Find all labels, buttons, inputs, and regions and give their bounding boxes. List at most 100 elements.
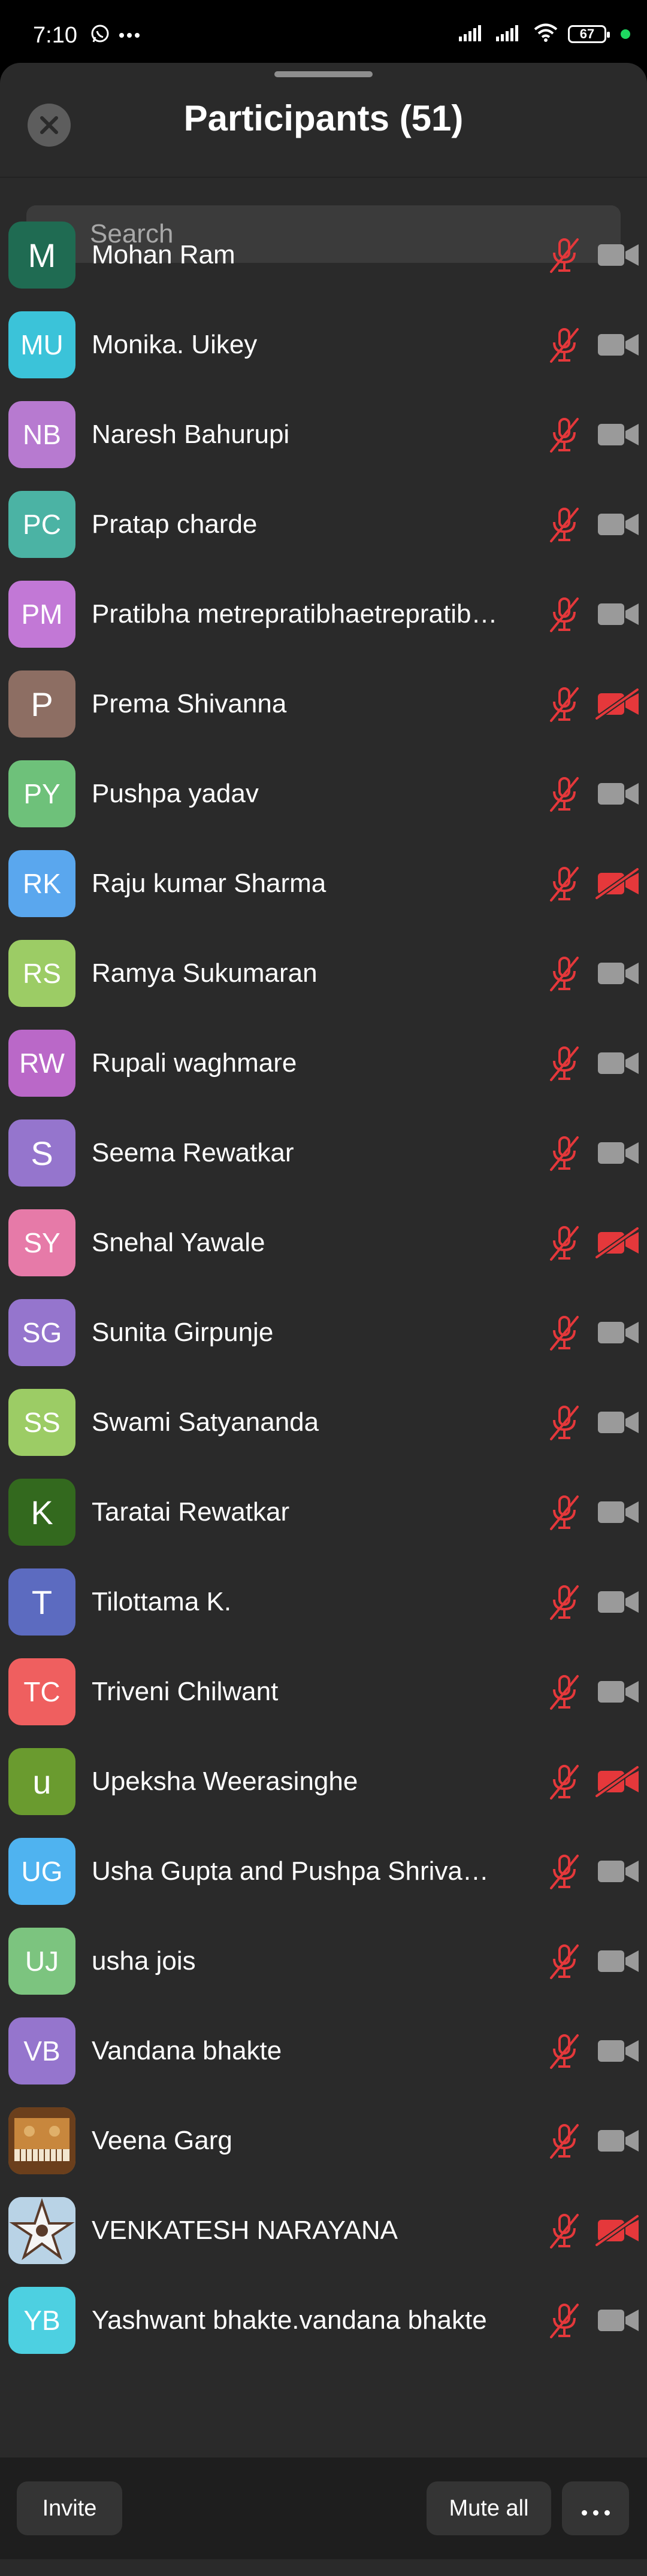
- mic-muted-icon[interactable]: [545, 2032, 583, 2070]
- participant-row[interactable]: VB Vandana bhakte: [0, 2017, 647, 2107]
- video-camera-icon[interactable]: [595, 419, 641, 450]
- avatar: UJ: [8, 1928, 75, 1995]
- video-camera-icon[interactable]: [595, 1946, 641, 1977]
- participant-row[interactable]: SY Snehal Yawale: [0, 1209, 647, 1299]
- participant-row[interactable]: SG Sunita Girpunje: [0, 1299, 647, 1389]
- video-camera-icon[interactable]: [595, 1497, 641, 1528]
- mic-muted-icon[interactable]: [545, 1044, 583, 1082]
- participant-row[interactable]: YB Yashwant bhakte.vandana bhakte: [0, 2287, 647, 2377]
- video-off-icon[interactable]: [595, 867, 641, 900]
- mic-muted-icon[interactable]: [545, 1942, 583, 1980]
- video-camera-icon[interactable]: [595, 1856, 641, 1887]
- avatar: MU: [8, 311, 75, 378]
- video-off-icon[interactable]: [595, 687, 641, 721]
- participant-name: Snehal Yawale: [92, 1228, 265, 1257]
- video-off-icon[interactable]: [595, 2214, 641, 2247]
- avatar-initials: SS: [23, 1407, 61, 1438]
- avatar: u: [8, 1748, 75, 1815]
- mic-muted-icon[interactable]: [545, 595, 583, 633]
- participant-row[interactable]: u Upeksha Weerasinghe: [0, 1748, 647, 1838]
- mic-muted-icon[interactable]: [545, 2301, 583, 2340]
- participant-row[interactable]: MU Monika. Uikey: [0, 311, 647, 401]
- mic-muted-icon[interactable]: [545, 1313, 583, 1352]
- video-camera-icon[interactable]: [595, 1137, 641, 1169]
- participant-row[interactable]: S Seema Rewatkar: [0, 1119, 647, 1209]
- video-camera-icon[interactable]: [595, 2305, 641, 2336]
- avatar-initials: M: [28, 236, 56, 274]
- participant-row[interactable]: M Mohan Ram: [0, 222, 647, 311]
- mic-muted-icon[interactable]: [545, 1673, 583, 1711]
- avatar: RW: [8, 1030, 75, 1097]
- video-camera-icon[interactable]: [595, 599, 641, 630]
- participant-row[interactable]: T Tilottama K.: [0, 1568, 647, 1658]
- video-camera-icon[interactable]: [595, 1407, 641, 1438]
- avatar: S: [8, 1119, 75, 1187]
- participant-row[interactable]: UJ usha jois: [0, 1928, 647, 2017]
- mic-muted-icon[interactable]: [545, 954, 583, 993]
- participant-row[interactable]: P Prema Shivanna: [0, 670, 647, 760]
- mic-muted-icon[interactable]: [545, 1493, 583, 1531]
- video-camera-icon[interactable]: [595, 329, 641, 360]
- mic-muted-icon[interactable]: [545, 1852, 583, 1891]
- mic-muted-icon[interactable]: [545, 1134, 583, 1172]
- bottom-area: [0, 2559, 647, 2576]
- participant-name: Pratap charde: [92, 509, 258, 539]
- participant-row[interactable]: Veena Garg: [0, 2107, 647, 2197]
- video-camera-icon[interactable]: [595, 239, 641, 271]
- mic-muted-icon[interactable]: [545, 864, 583, 903]
- mic-muted-icon[interactable]: [545, 1762, 583, 1801]
- video-camera-icon[interactable]: [595, 1048, 641, 1079]
- participant-name: Prema Shivanna: [92, 689, 287, 718]
- avatar: M: [8, 222, 75, 289]
- wifi-icon: [533, 23, 558, 45]
- mic-muted-icon[interactable]: [545, 1583, 583, 1621]
- participant-row[interactable]: PY Pushpa yadav: [0, 760, 647, 850]
- invite-button[interactable]: Invite: [17, 2481, 122, 2535]
- mic-muted-icon[interactable]: [545, 775, 583, 813]
- participant-row[interactable]: TC Triveni Chilwant: [0, 1658, 647, 1748]
- video-off-icon[interactable]: [595, 1765, 641, 1798]
- avatar-initials: PM: [21, 599, 63, 630]
- participant-row[interactable]: NB Naresh Bahurupi: [0, 401, 647, 491]
- participant-name: Usha Gupta and Pushpa Shrivastava: [92, 1856, 499, 1886]
- participant-row[interactable]: RK Raju kumar Sharma: [0, 850, 647, 940]
- video-camera-icon[interactable]: [595, 778, 641, 809]
- mute-all-button[interactable]: Mute all: [427, 2481, 551, 2535]
- mic-muted-icon[interactable]: [545, 1403, 583, 1442]
- video-camera-icon[interactable]: [595, 2035, 641, 2067]
- participant-row[interactable]: K Taratai Rewatkar: [0, 1479, 647, 1568]
- participant-row[interactable]: SS Swami Satyananda: [0, 1389, 647, 1479]
- avatar: PM: [8, 581, 75, 648]
- participant-row[interactable]: RW Rupali waghmare: [0, 1030, 647, 1119]
- video-camera-icon[interactable]: [595, 2125, 641, 2156]
- mic-muted-icon[interactable]: [545, 326, 583, 364]
- mic-muted-icon[interactable]: [545, 415, 583, 454]
- sheet-grabber[interactable]: [274, 71, 373, 77]
- mic-muted-icon[interactable]: [545, 2122, 583, 2160]
- participant-row[interactable]: PC Pratap charde: [0, 491, 647, 581]
- participant-name: Taratai Rewatkar: [92, 1497, 290, 1527]
- mic-muted-icon[interactable]: [545, 505, 583, 544]
- avatar-initials: MU: [20, 329, 64, 360]
- video-camera-icon[interactable]: [595, 509, 641, 540]
- mic-muted-icon[interactable]: [545, 236, 583, 274]
- video-camera-icon[interactable]: [595, 1317, 641, 1348]
- video-camera-icon[interactable]: [595, 1586, 641, 1618]
- avatar: TC: [8, 1658, 75, 1725]
- video-camera-icon[interactable]: [595, 1676, 641, 1707]
- participant-row[interactable]: PM Pratibha metrepratibhaetrepratibhametr…: [0, 581, 647, 670]
- more-button[interactable]: [562, 2481, 629, 2535]
- mic-muted-icon[interactable]: [545, 685, 583, 723]
- participant-row[interactable]: RS Ramya Sukumaran: [0, 940, 647, 1030]
- avatar-initials: P: [31, 685, 53, 723]
- participant-row[interactable]: VENKATESH NARAYANA: [0, 2197, 647, 2287]
- mic-muted-icon[interactable]: [545, 1224, 583, 1262]
- mic-muted-icon[interactable]: [545, 2211, 583, 2250]
- avatar-initials: VB: [23, 2035, 61, 2067]
- avatar-initials: PC: [23, 509, 61, 540]
- video-camera-icon[interactable]: [595, 958, 641, 989]
- participant-name: Pratibha metrepratibhaetrepratibhametre: [92, 599, 499, 629]
- avatar-initials: UG: [21, 1856, 63, 1887]
- video-off-icon[interactable]: [595, 1226, 641, 1260]
- participant-row[interactable]: UG Usha Gupta and Pushpa Shrivastava: [0, 1838, 647, 1928]
